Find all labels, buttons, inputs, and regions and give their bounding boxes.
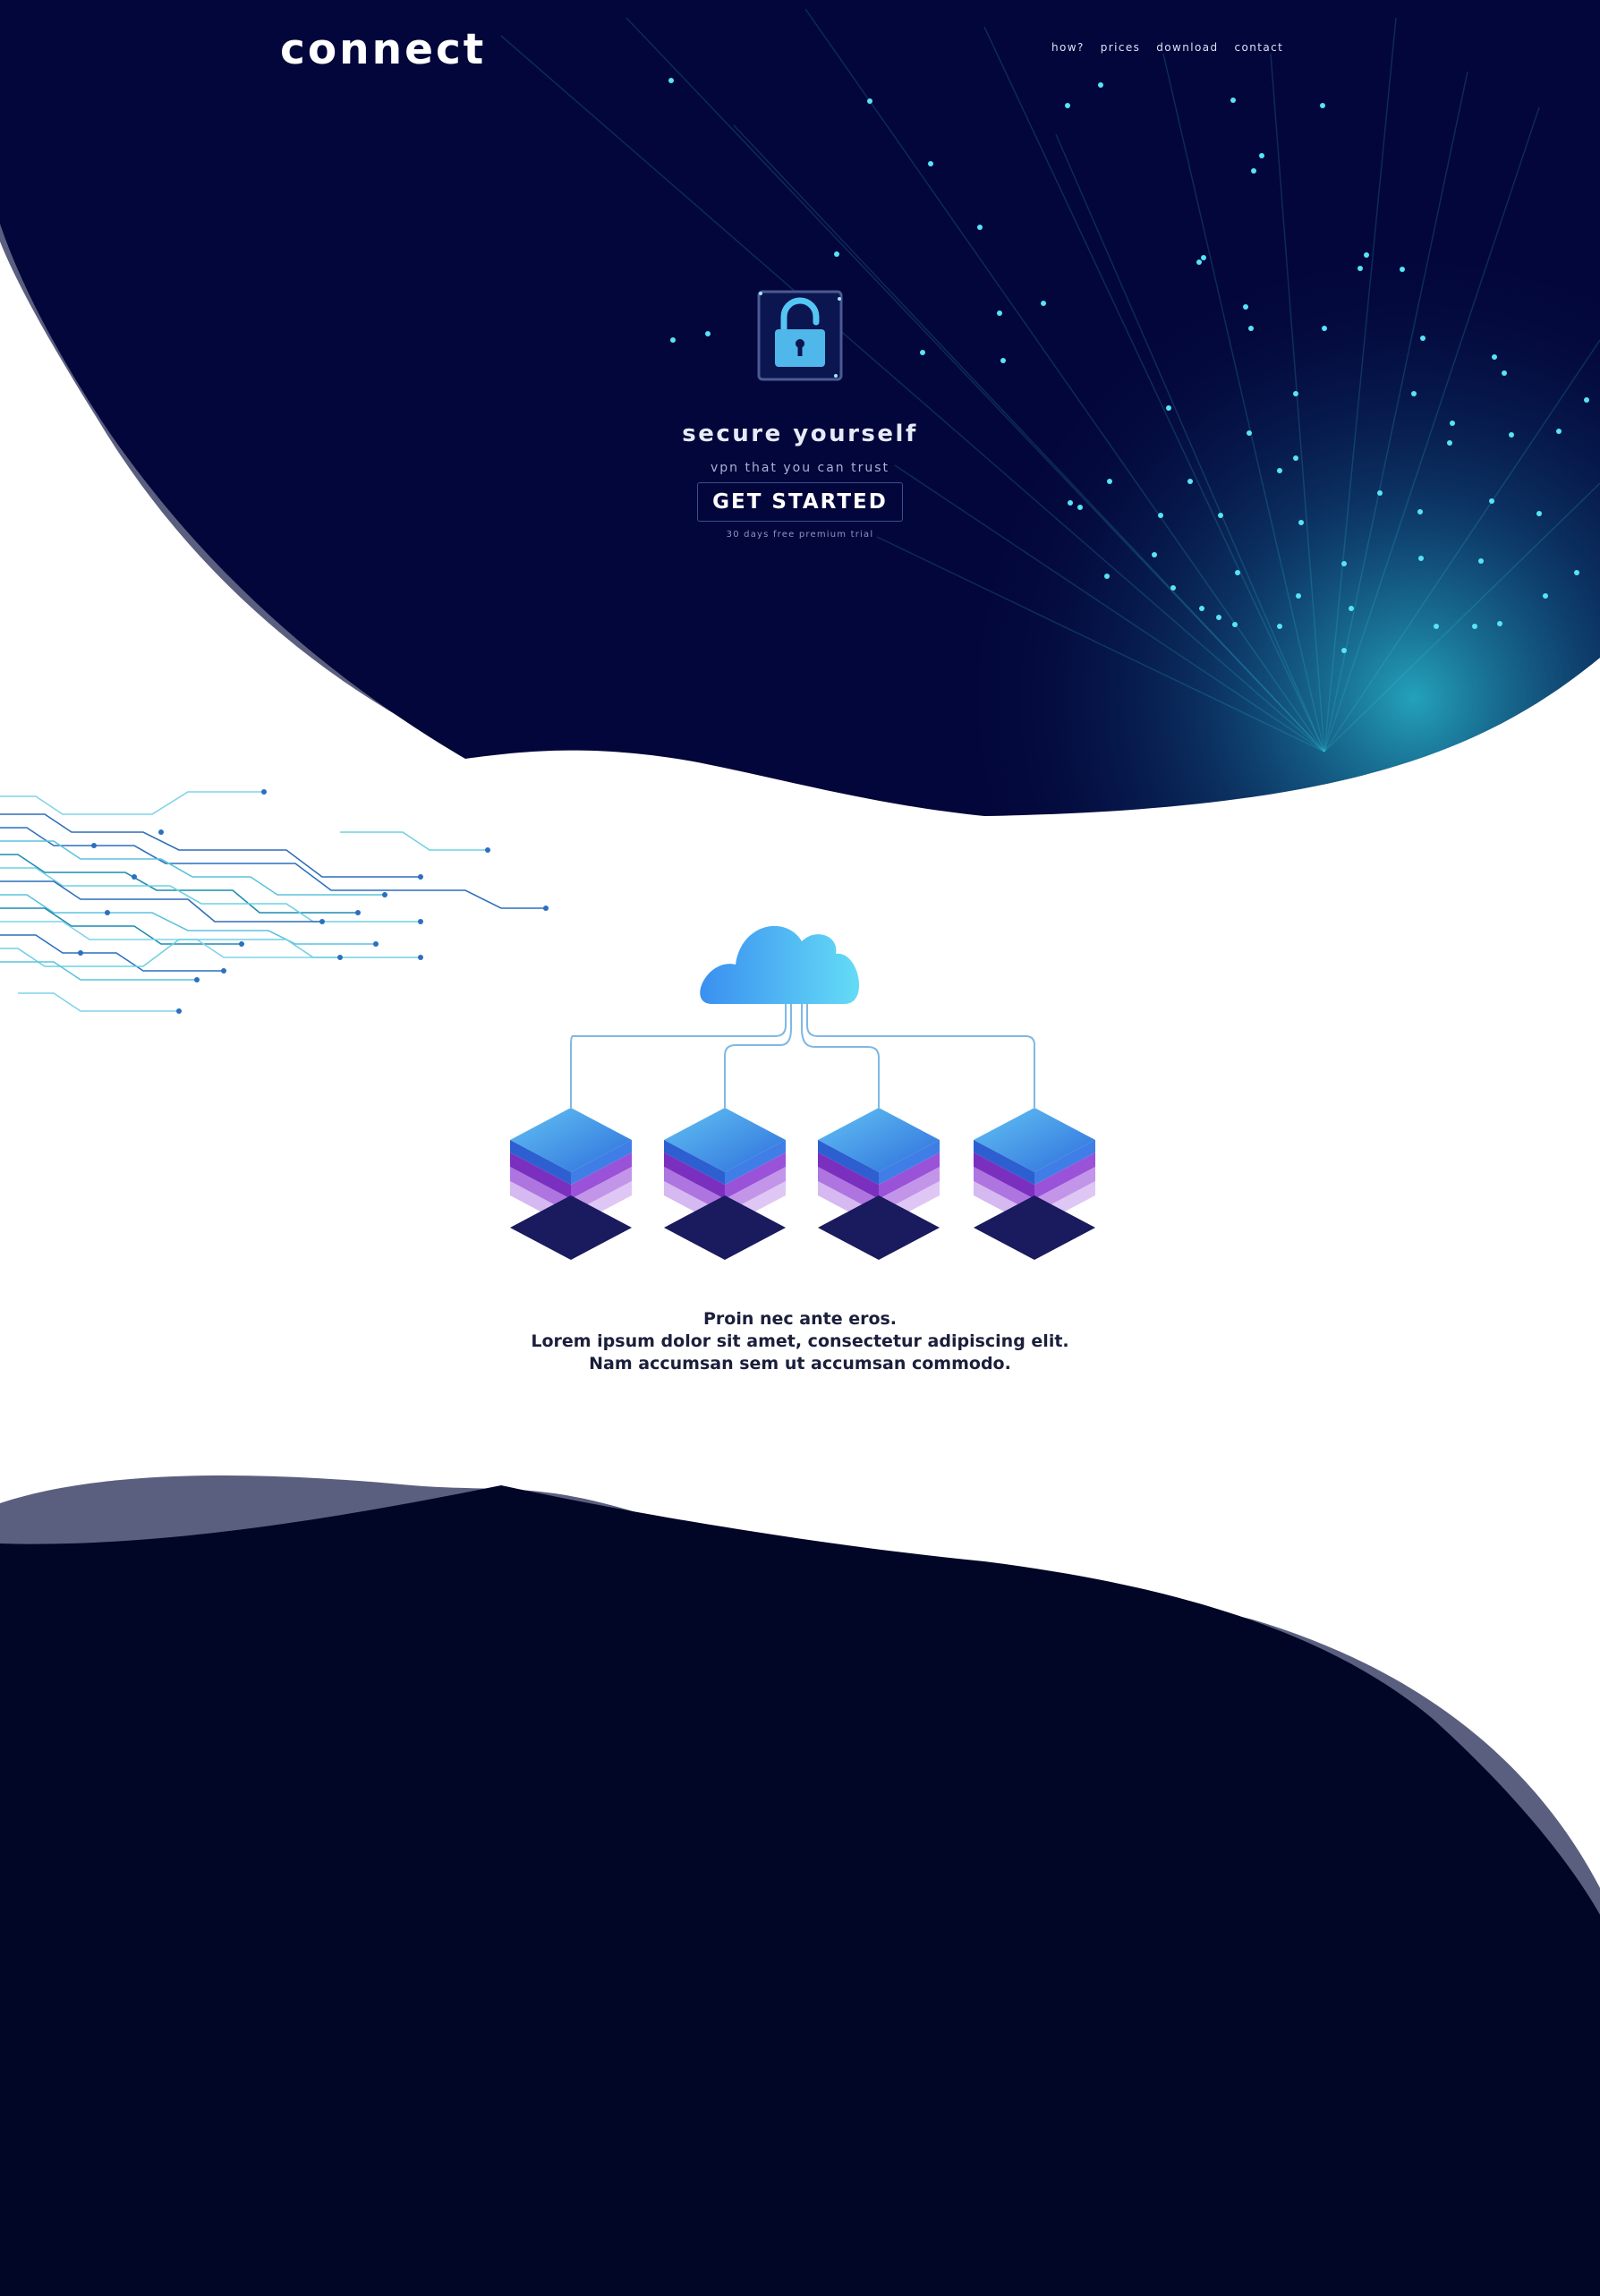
server-stack-2 — [664, 1108, 786, 1260]
feature-description: Proin nec ante eros. Lorem ipsum dolor s… — [442, 1308, 1158, 1375]
get-started-button[interactable]: GET STARTED — [697, 482, 903, 522]
logo[interactable]: connect — [280, 25, 486, 74]
hero-section: secure yourself vpn that you can trust G… — [621, 286, 979, 540]
trial-note: 30 days free premium trial — [726, 530, 874, 540]
feature-line-2: Lorem ipsum dolor sit amet, consectetur … — [531, 1331, 1069, 1351]
cloud-servers-illustration — [510, 925, 1095, 1260]
server-stack-1 — [510, 1108, 632, 1260]
hero-title: secure yourself — [682, 421, 918, 447]
server-stack-4 — [974, 1108, 1095, 1260]
nav-link-prices[interactable]: prices — [1101, 41, 1141, 54]
hero-subtitle: vpn that you can trust — [710, 461, 890, 475]
nav-link-download[interactable]: download — [1156, 41, 1218, 54]
nav-link-contact[interactable]: contact — [1235, 41, 1284, 54]
server-stack-3 — [818, 1108, 940, 1260]
main-nav: how? prices download contact — [1051, 41, 1283, 54]
circuit-lines-decoration — [0, 789, 549, 1014]
feature-line-3: Nam accumsan sem ut accumsan commodo. — [589, 1354, 1011, 1373]
nav-link-how[interactable]: how? — [1051, 41, 1085, 54]
padlock-icon — [757, 290, 843, 381]
site-header: connect how? prices download contact — [0, 0, 1600, 98]
feature-line-1: Proin nec ante eros. — [702, 1309, 898, 1329]
